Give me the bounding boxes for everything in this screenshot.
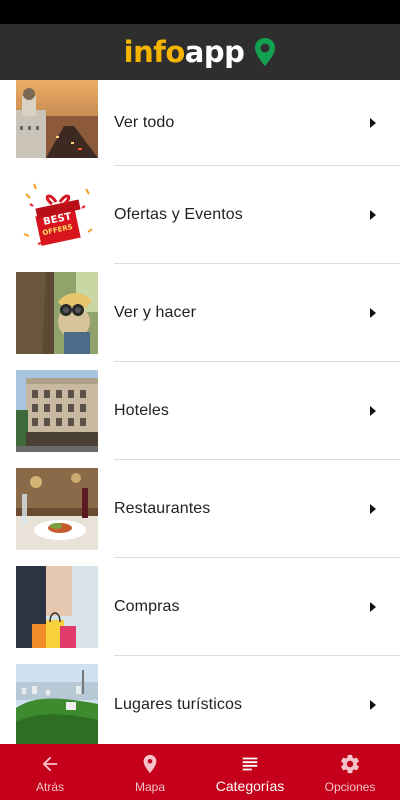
chevron-right-icon xyxy=(370,210,376,220)
category-item-ver-y-hacer[interactable]: Ver y hacer xyxy=(0,264,400,362)
category-item-ofertas[interactable]: BEST OFFERS Ofertas y Eventos xyxy=(0,166,400,264)
nav-back[interactable]: Atrás xyxy=(0,744,100,800)
nav-label: Categorías xyxy=(215,778,285,794)
chevron-right-icon xyxy=(370,308,376,318)
status-bar xyxy=(0,0,400,24)
category-item-ver-todo[interactable]: Ver todo xyxy=(0,80,400,166)
chevron-right-icon xyxy=(370,700,376,710)
logo-text-info: info xyxy=(123,35,186,69)
app-logo: info app xyxy=(124,35,277,69)
category-label: Hoteles xyxy=(114,402,169,419)
location-pin-icon xyxy=(254,37,276,67)
restaurant-table-thumbnail xyxy=(16,468,98,550)
nav-label: Opciones xyxy=(324,780,376,794)
category-label: Lugares turísticos xyxy=(114,696,243,713)
category-label: Ver y hacer xyxy=(114,304,197,321)
best-offers-thumbnail: BEST OFFERS xyxy=(16,174,98,256)
category-label: Ver todo xyxy=(114,114,175,131)
bottom-navigation: Atrás Mapa Categorías Opciones xyxy=(0,744,400,800)
app-header: info app xyxy=(0,24,400,80)
category-item-hoteles[interactable]: Hoteles xyxy=(0,362,400,460)
category-item-compras[interactable]: Compras xyxy=(0,558,400,656)
arrow-left-icon xyxy=(42,756,58,772)
category-label: Ofertas y Eventos xyxy=(114,206,243,223)
nav-label: Atrás xyxy=(35,780,64,794)
chevron-right-icon xyxy=(370,602,376,612)
aerial-city-thumbnail xyxy=(16,664,98,744)
hotel-building-thumbnail xyxy=(16,370,98,452)
category-item-restaurantes[interactable]: Restaurantes xyxy=(0,460,400,558)
nav-categories[interactable]: Categorías xyxy=(200,744,300,800)
city-street-thumbnail xyxy=(16,80,98,158)
binoculars-thumbnail xyxy=(16,272,98,354)
gear-icon xyxy=(341,754,359,774)
logo-text-app: app xyxy=(184,35,245,69)
chevron-right-icon xyxy=(370,118,376,128)
category-list: Ver todo BEST OFFERS Ofertas y Eventos V… xyxy=(0,80,400,744)
nav-options[interactable]: Opciones xyxy=(300,744,400,800)
nav-label: Mapa xyxy=(134,780,166,794)
map-pin-icon xyxy=(143,754,157,774)
category-label: Restaurantes xyxy=(114,500,211,517)
category-label: Compras xyxy=(114,598,180,615)
shopping-bags-thumbnail xyxy=(16,566,98,648)
chevron-right-icon xyxy=(370,406,376,416)
category-item-lugares-turisticos[interactable]: Lugares turísticos xyxy=(0,656,400,744)
list-icon xyxy=(242,757,258,771)
nav-map[interactable]: Mapa xyxy=(100,744,200,800)
chevron-right-icon xyxy=(370,504,376,514)
